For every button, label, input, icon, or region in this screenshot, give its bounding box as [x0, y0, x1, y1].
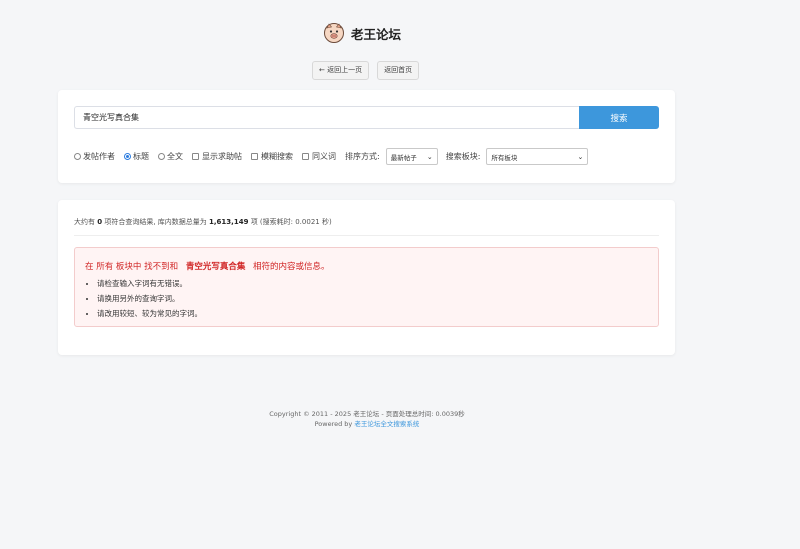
page-nav: ← 返回上一页 返回首页: [312, 61, 420, 80]
alert-prefix: 在 所有 板块中 找不到和: [85, 262, 179, 272]
stats-prefix: 大约有: [74, 218, 95, 226]
radio-indicator[interactable]: [158, 153, 165, 160]
board-label: 搜索板块:: [445, 152, 481, 161]
powered-by: Powered by 老王论坛全文搜索系统: [0, 419, 734, 429]
no-results-alert: 在 所有 板块中 找不到和 青空光写真合集 相符的内容或信息。 请检查输入字词有…: [74, 247, 659, 327]
total-count: 1,613,149: [209, 218, 249, 226]
site-logo[interactable]: 老王论坛: [323, 22, 401, 44]
tip-item: 请换用另外的查询字词。: [97, 293, 202, 304]
copyright: Copyright © 2011 - 2025 老王论坛 - 页面处理总时间: …: [269, 410, 465, 418]
pig-face-icon: [323, 22, 345, 44]
search-options: 发帖作者 标题 全文 显示求助帖 模糊搜索 同义词 排序方式: 最新帖子 ⌄ 搜…: [74, 148, 597, 165]
sort-value: 最新帖子: [390, 153, 417, 162]
page-footer: Copyright © 2011 - 2025 老王论坛 - 页面处理总时间: …: [0, 409, 734, 429]
stats-suffix: 项 (搜索耗时: 0.0021 秒): [250, 218, 332, 226]
checkbox-indicator[interactable]: [302, 153, 309, 160]
tip-item: 请改用较短、较为常见的字词。: [97, 308, 202, 319]
powered-label: Powered by: [314, 420, 353, 428]
search-system-link[interactable]: 老王论坛全文搜索系统: [354, 420, 419, 428]
checkbox-synonym[interactable]: 同义词: [302, 151, 336, 162]
checkbox-synonym-label: 同义词: [312, 152, 336, 161]
board-value: 所有板块: [491, 153, 518, 162]
search-bar: 搜索: [74, 106, 659, 129]
board-select[interactable]: 所有板块 ⌄: [486, 148, 589, 165]
board-control: 搜索板块: 所有板块 ⌄: [446, 148, 589, 165]
chevron-down-icon: ⌄: [426, 152, 433, 161]
radio-title-label: 标题: [133, 152, 149, 161]
sort-label: 排序方式:: [345, 152, 380, 161]
results-panel: 大约有 0 项符合查询结果, 库内数据总量为 1,613,149 项 (搜索耗时…: [58, 200, 675, 355]
radio-indicator[interactable]: [74, 153, 81, 160]
search-button[interactable]: 搜索: [579, 106, 659, 129]
checkbox-indicator[interactable]: [251, 153, 258, 160]
alert-suffix: 相符的内容或信息。: [253, 262, 330, 272]
search-input[interactable]: [74, 106, 579, 129]
back-button[interactable]: ← 返回上一页: [312, 61, 370, 80]
alert-keyword: 青空光写真合集: [185, 262, 246, 272]
result-stats: 大约有 0 项符合查询结果, 库内数据总量为 1,613,149 项 (搜索耗时…: [74, 217, 332, 227]
sort-control: 排序方式: 最新帖子 ⌄: [345, 148, 438, 165]
search-panel: 搜索 发帖作者 标题 全文 显示求助帖 模糊搜索 同义词 排序方式:: [58, 90, 675, 183]
chevron-down-icon: ⌄: [577, 152, 584, 161]
radio-indicator-selected[interactable]: [124, 153, 131, 160]
result-count: 0: [97, 218, 103, 226]
home-button[interactable]: 返回首页: [377, 61, 420, 80]
checkbox-show-help[interactable]: 显示求助帖: [192, 151, 242, 162]
checkbox-fuzzy[interactable]: 模糊搜索: [251, 151, 293, 162]
radio-fulltext[interactable]: 全文: [158, 151, 183, 162]
site-title: 老王论坛: [350, 26, 401, 42]
radio-title[interactable]: 标题: [124, 151, 149, 162]
site-header: 老王论坛: [0, 22, 724, 47]
radio-fulltext-label: 全文: [167, 152, 183, 161]
checkbox-indicator[interactable]: [192, 153, 199, 160]
checkbox-show-help-label: 显示求助帖: [202, 152, 242, 161]
alert-title: 在 所有 板块中 找不到和 青空光写真合集 相符的内容或信息。: [85, 260, 330, 272]
tip-item: 请检查输入字词有无错误。: [97, 278, 202, 289]
divider: [74, 235, 659, 236]
checkbox-fuzzy-label: 模糊搜索: [261, 152, 293, 161]
sort-select[interactable]: 最新帖子 ⌄: [385, 148, 438, 165]
radio-author-label: 发帖作者: [83, 152, 115, 161]
radio-author[interactable]: 发帖作者: [74, 151, 115, 162]
stats-mid: 项符合查询结果, 库内数据总量为: [104, 218, 207, 226]
tips-list: 请检查输入字词有无错误。 请换用另外的查询字词。 请改用较短、较为常见的字词。: [85, 278, 202, 323]
